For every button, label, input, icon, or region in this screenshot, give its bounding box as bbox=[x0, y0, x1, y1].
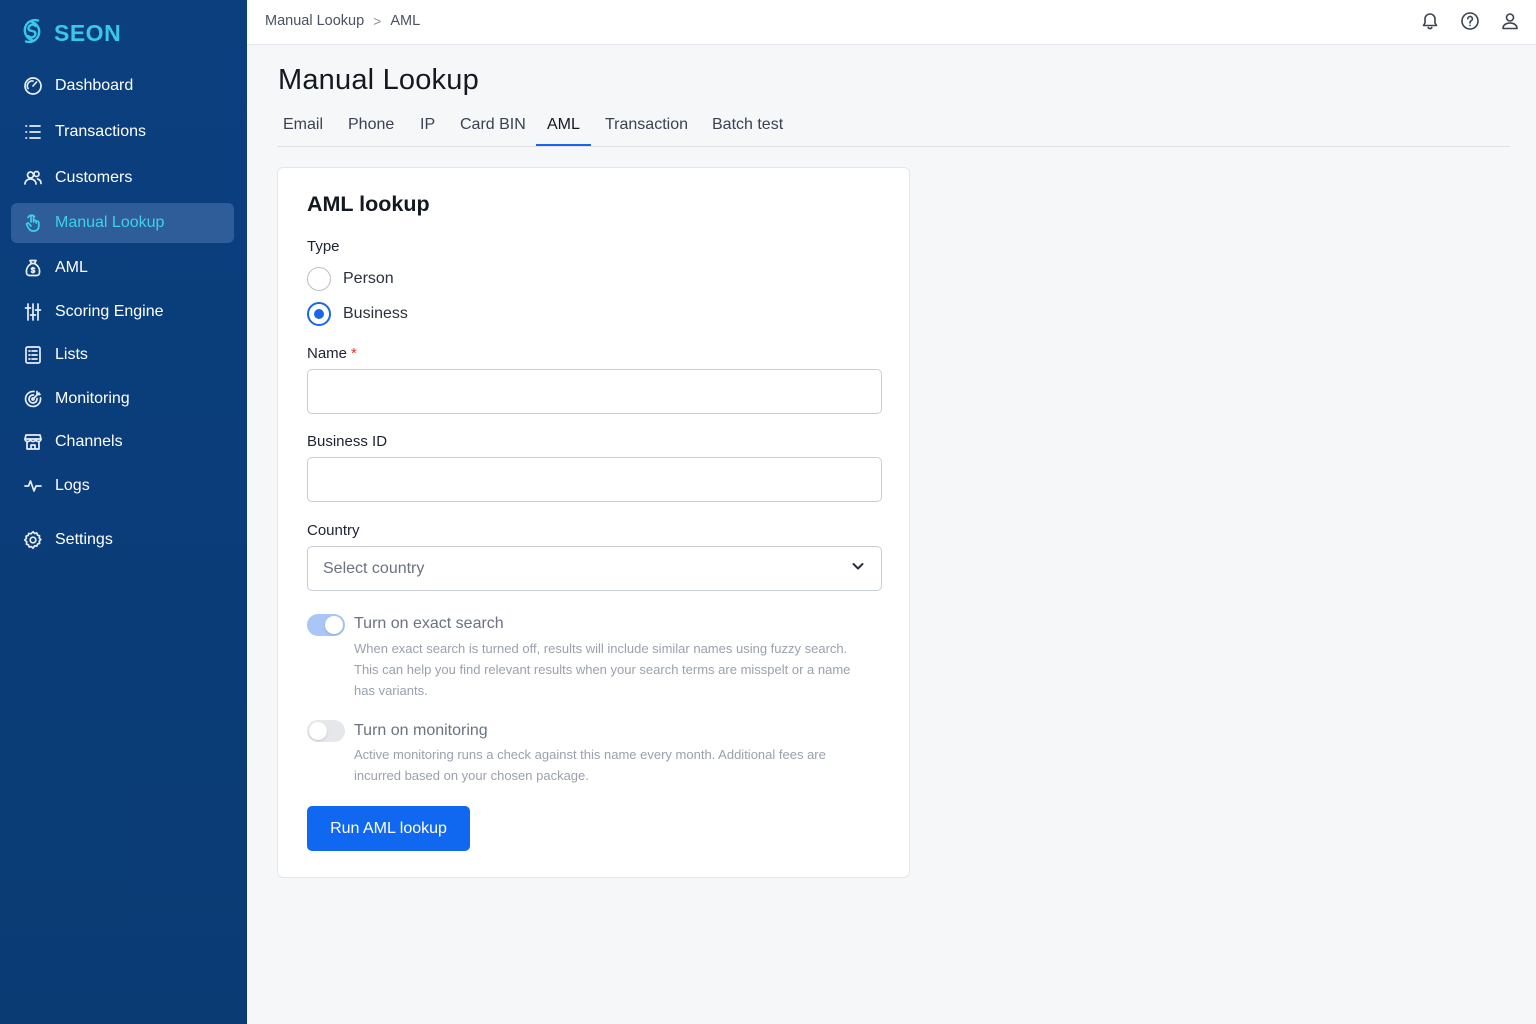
breadcrumb-separator: > bbox=[373, 13, 382, 29]
exact-search-toggle[interactable] bbox=[307, 614, 345, 636]
name-label: Name * bbox=[307, 345, 357, 362]
money-bag-icon bbox=[23, 258, 43, 278]
target-icon bbox=[23, 389, 43, 409]
monitoring-description: Active monitoring runs a check against t… bbox=[354, 747, 826, 783]
country-label: Country bbox=[307, 522, 360, 539]
exact-search-description: When exact search is turned off, results… bbox=[354, 641, 851, 698]
sidebar-item-label: Customers bbox=[55, 169, 133, 186]
business-id-input[interactable] bbox=[307, 457, 882, 502]
tab-batch-test[interactable]: Batch test bbox=[712, 116, 783, 147]
sidebar-item-logs[interactable]: Logs bbox=[11, 466, 234, 506]
users-icon bbox=[23, 168, 43, 188]
sliders-icon bbox=[23, 302, 43, 322]
chevron-down-icon bbox=[850, 558, 866, 579]
radio-business[interactable]: Business bbox=[307, 302, 408, 326]
radio-business-circle[interactable] bbox=[307, 302, 331, 326]
brand-logo[interactable]: SEON bbox=[18, 16, 121, 50]
seon-logo-icon bbox=[18, 15, 46, 52]
card-title: AML lookup bbox=[307, 192, 430, 216]
list-box-icon bbox=[23, 345, 43, 365]
brand-name: SEON bbox=[54, 19, 122, 46]
sidebar-item-scoring-engine[interactable]: Scoring Engine bbox=[11, 292, 234, 332]
business-id-label: Business ID bbox=[307, 433, 388, 450]
monitoring-toggle[interactable] bbox=[307, 720, 345, 742]
sidebar-item-customers[interactable]: Customers bbox=[11, 158, 234, 198]
sidebar-item-label: Monitoring bbox=[55, 390, 130, 407]
sidebar-item-label: Lists bbox=[55, 346, 88, 363]
tab-email[interactable]: Email bbox=[283, 116, 323, 147]
country-select-placeholder: Select country bbox=[323, 559, 425, 577]
sidebar-item-channels[interactable]: Channels bbox=[11, 422, 234, 462]
sidebar-item-label: Scoring Engine bbox=[55, 303, 164, 320]
breadcrumb: Manual Lookup > AML bbox=[265, 13, 420, 29]
list-icon bbox=[23, 122, 43, 142]
sidebar-item-transactions[interactable]: Transactions bbox=[11, 112, 234, 152]
tab-phone[interactable]: Phone bbox=[348, 116, 394, 147]
radio-business-label: Business bbox=[343, 305, 408, 322]
exact-search-title: Turn on exact search bbox=[354, 615, 504, 632]
sidebar-item-lists[interactable]: Lists bbox=[11, 335, 234, 375]
lookup-tabs: Email Phone IP Card BIN AML Transaction … bbox=[277, 110, 1510, 147]
active-tab-indicator bbox=[536, 144, 591, 146]
help-icon[interactable] bbox=[1459, 10, 1480, 31]
radio-person-label: Person bbox=[343, 270, 394, 287]
tab-transaction[interactable]: Transaction bbox=[605, 116, 688, 147]
activity-icon bbox=[23, 476, 43, 496]
sidebar-item-dashboard[interactable]: Dashboard bbox=[11, 66, 234, 106]
tab-ip[interactable]: IP bbox=[420, 116, 435, 147]
gear-icon bbox=[23, 530, 43, 550]
sidebar-item-monitoring[interactable]: Monitoring bbox=[11, 379, 234, 419]
sidebar-item-label: Settings bbox=[55, 531, 113, 548]
tab-aml[interactable]: AML bbox=[547, 116, 580, 147]
toggle-knob bbox=[309, 722, 327, 740]
name-input[interactable] bbox=[307, 369, 882, 414]
sidebar-item-label: Dashboard bbox=[55, 77, 134, 94]
sidebar: SEON Dashboard Transactions Customers Ma… bbox=[0, 0, 247, 1024]
type-label: Type bbox=[307, 238, 340, 255]
user-icon[interactable] bbox=[1499, 10, 1520, 31]
radio-person[interactable]: Person bbox=[307, 267, 394, 291]
sidebar-item-label: Transactions bbox=[55, 123, 146, 140]
sidebar-item-aml[interactable]: AML bbox=[11, 248, 234, 288]
tab-card-bin[interactable]: Card BIN bbox=[460, 116, 526, 147]
run-aml-lookup-button[interactable]: Run AML lookup bbox=[307, 806, 470, 851]
sidebar-item-label: Channels bbox=[55, 433, 123, 450]
aml-lookup-card: AML lookup Type Person Business Name * Bu… bbox=[277, 167, 910, 878]
country-select[interactable]: Select country bbox=[307, 546, 882, 591]
page-title: Manual Lookup bbox=[278, 64, 479, 96]
required-marker: * bbox=[351, 345, 357, 362]
breadcrumb-parent[interactable]: Manual Lookup bbox=[265, 13, 364, 29]
storefront-icon bbox=[23, 432, 43, 452]
topbar: Manual Lookup > AML bbox=[247, 0, 1536, 45]
monitoring-title: Turn on monitoring bbox=[354, 722, 488, 739]
gauge-icon bbox=[23, 76, 43, 96]
sidebar-item-settings[interactable]: Settings bbox=[11, 520, 234, 560]
breadcrumb-current: AML bbox=[390, 13, 421, 29]
sidebar-item-label: Manual Lookup bbox=[55, 214, 165, 231]
toggle-knob bbox=[325, 616, 343, 634]
sidebar-item-manual-lookup[interactable]: Manual Lookup bbox=[11, 203, 234, 243]
bell-icon[interactable] bbox=[1419, 10, 1440, 31]
name-label-text: Name bbox=[307, 345, 348, 362]
pointer-hand-icon bbox=[23, 213, 43, 233]
topbar-actions bbox=[1419, 10, 1520, 31]
radio-person-circle[interactable] bbox=[307, 267, 331, 291]
sidebar-item-label: AML bbox=[55, 259, 88, 276]
sidebar-item-label: Logs bbox=[55, 477, 90, 494]
